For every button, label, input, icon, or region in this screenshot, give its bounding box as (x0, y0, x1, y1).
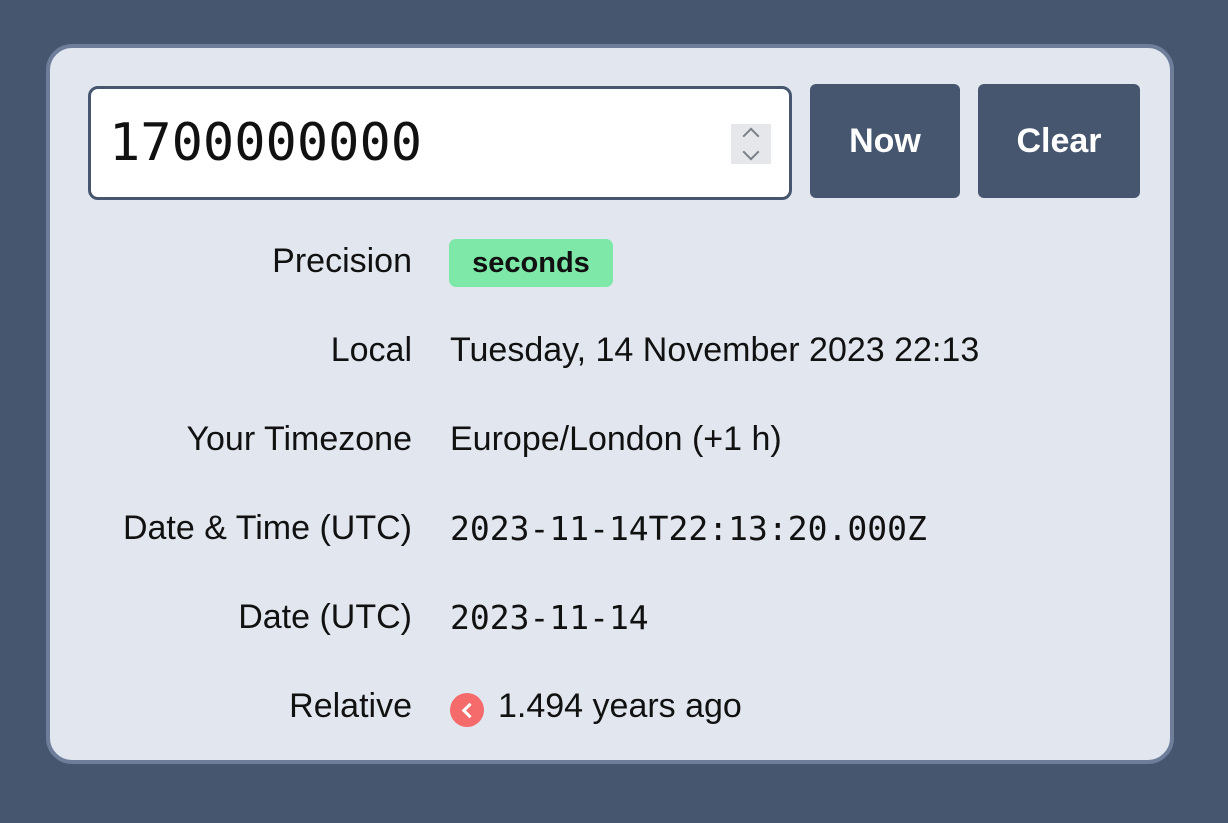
timestamp-input-container[interactable] (88, 86, 792, 200)
precision-label: Precision (272, 242, 412, 280)
timestamp-input[interactable] (109, 103, 709, 183)
now-button[interactable]: Now (810, 84, 960, 198)
timezone-value: Europe/London (+1 h) (450, 420, 782, 458)
timezone-label: Your Timezone (186, 420, 412, 458)
relative-row: Relative 1.494 years ago (50, 677, 1170, 737)
date-utc-row: Date (UTC) 2023-11-14 (50, 588, 1170, 648)
datetime-utc-value: 2023-11-14T22:13:20.000Z (450, 509, 927, 548)
chevron-up-icon[interactable] (742, 127, 760, 145)
number-stepper[interactable] (731, 124, 771, 164)
chevron-left-icon (450, 693, 484, 727)
local-label: Local (330, 331, 412, 369)
timestamp-converter-card: Now Clear Precision seconds Local Tuesda… (46, 44, 1174, 764)
datetime-utc-row: Date & Time (UTC) 2023-11-14T22:13:20.00… (50, 499, 1170, 559)
timezone-row: Your Timezone Europe/London (+1 h) (50, 410, 1170, 470)
date-utc-label: Date (UTC) (238, 598, 412, 636)
chevron-down-icon[interactable] (742, 143, 760, 161)
clear-button[interactable]: Clear (978, 84, 1140, 198)
date-utc-value: 2023-11-14 (450, 598, 649, 637)
relative-value: 1.494 years ago (498, 687, 742, 725)
local-row: Local Tuesday, 14 November 2023 22:13 (50, 321, 1170, 381)
local-value: Tuesday, 14 November 2023 22:13 (450, 331, 980, 369)
precision-badge: seconds (449, 239, 613, 287)
datetime-utc-label: Date & Time (UTC) (122, 509, 412, 547)
relative-label: Relative (289, 687, 412, 725)
